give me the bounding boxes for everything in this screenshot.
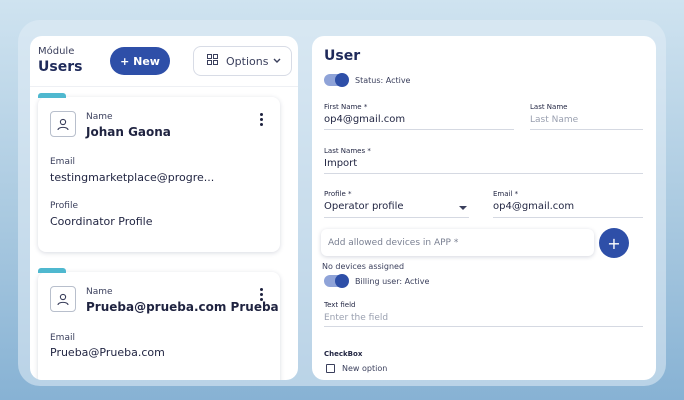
users-list-panel: Módule Users + New Options Name Johan Ga… [30, 36, 298, 380]
last-name-label: Last Name [530, 103, 568, 111]
chevron-down-icon [273, 56, 281, 67]
email-label: Email * [493, 190, 519, 198]
first-name-underline [324, 129, 514, 130]
text-field-underline [324, 326, 643, 327]
options-button[interactable]: Options [193, 46, 292, 76]
email-label: Email [50, 157, 75, 167]
user-email: Prueba@Prueba.com [50, 346, 165, 359]
checkbox-option-label: New option [342, 364, 388, 373]
devices-input[interactable]: Add allowed devices in APP * [321, 229, 594, 256]
new-user-button[interactable]: + New [110, 47, 170, 75]
last-names-underline [324, 173, 643, 174]
profile-label: Profile * [324, 190, 352, 198]
avatar-icon [50, 111, 76, 137]
user-name: Johan Gaona [86, 125, 171, 139]
card-accent-tab [38, 268, 66, 273]
user-form-panel: User Status: Active First Name * op4@gma… [312, 36, 656, 380]
last-names-input[interactable]: Import [324, 158, 357, 169]
first-name-label: First Name * [324, 103, 368, 111]
email-underline [493, 217, 643, 218]
page-title: Users [38, 59, 83, 75]
dropdown-arrow-icon[interactable] [459, 206, 467, 210]
name-label: Name [86, 287, 113, 297]
status-toggle[interactable] [324, 73, 349, 87]
status-label: Status: Active [355, 76, 411, 85]
user-name: Prueba@prueba.com Prueba [86, 300, 279, 314]
avatar-icon [50, 286, 76, 312]
text-field-input[interactable]: Enter the field [324, 313, 388, 323]
user-profile: Coordinator Profile [50, 215, 153, 228]
text-field-label: Text field [324, 301, 356, 309]
form-title: User [324, 48, 361, 64]
checkbox-section-label: CheckBox [324, 350, 363, 358]
module-label: Módule [38, 46, 75, 57]
card-accent-tab [38, 93, 66, 98]
profile-label: Profile [50, 201, 78, 211]
email-input[interactable]: op4@gmail.com [493, 201, 574, 212]
profile-underline [324, 217, 469, 218]
last-names-label: Last Names * [324, 147, 371, 155]
header-divider [30, 86, 298, 87]
billing-toggle[interactable] [324, 274, 349, 288]
grid-icon [207, 54, 218, 68]
first-name-input[interactable]: op4@gmail.com [324, 114, 405, 125]
billing-label: Billing user: Active [355, 277, 430, 286]
options-label: Options [226, 54, 269, 68]
email-label: Email [50, 333, 75, 343]
more-options-icon[interactable] [260, 113, 264, 126]
add-device-button[interactable]: + [599, 228, 629, 258]
name-label: Name [86, 112, 113, 122]
user-card[interactable]: Name Johan Gaona Email testingmarketplac… [38, 93, 280, 252]
last-name-underline [530, 129, 643, 130]
profile-select[interactable]: Operator profile [324, 201, 404, 212]
user-email: testingmarketplace@progre... [50, 171, 215, 184]
more-options-icon[interactable] [260, 288, 264, 301]
no-devices-text: No devices assigned [322, 262, 405, 271]
user-card[interactable]: Name Prueba@prueba.com Prueba Email Prue… [38, 268, 280, 380]
new-option-checkbox[interactable] [326, 364, 335, 373]
last-name-input[interactable]: Last Name [530, 115, 578, 125]
